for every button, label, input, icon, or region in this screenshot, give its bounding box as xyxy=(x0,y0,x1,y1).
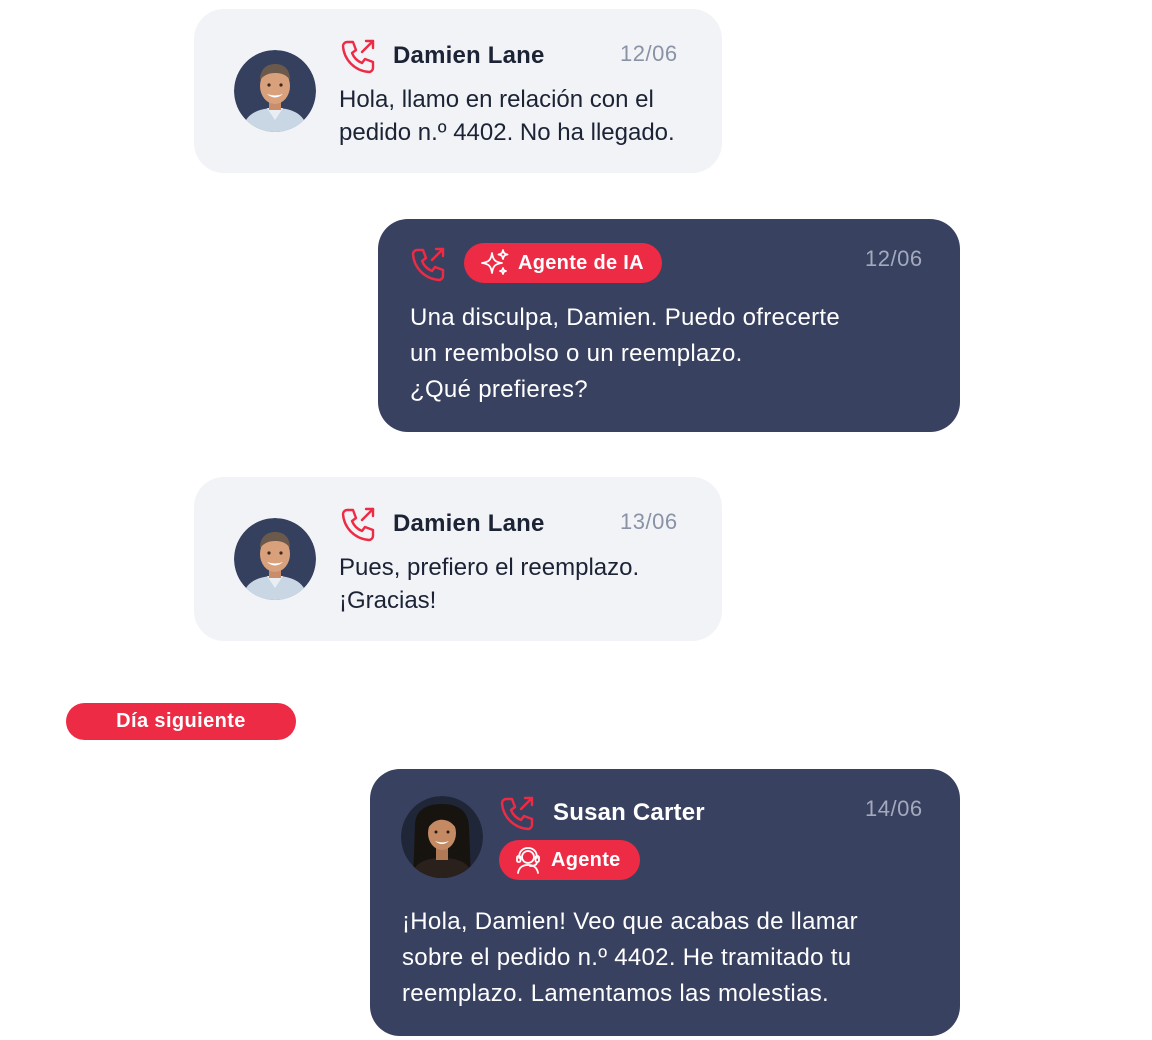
badge-label: Agente de IA xyxy=(518,251,644,274)
message-text: Hola, llamo en relación con el pedido n.… xyxy=(339,86,675,146)
customer-avatar xyxy=(234,518,316,600)
phone-outgoing-icon xyxy=(338,504,378,544)
message-date: 13/06 xyxy=(620,509,678,534)
message-text: Pues, prefiero el reemplazo. ¡Gracias! xyxy=(339,554,640,614)
sender-name: Damien Lane xyxy=(393,510,545,537)
ai-agent-badge: Agente de IA xyxy=(464,243,662,283)
phone-outgoing-icon xyxy=(338,36,378,76)
message-human-agent: Susan Carter Agente 14/06 ¡Hola, Damien!… xyxy=(370,769,960,1036)
message-text: ¡Hola, Damien! Veo que acabas de llamar … xyxy=(402,908,858,1007)
customer-avatar xyxy=(234,50,316,132)
phone-outgoing-icon xyxy=(497,793,537,833)
message-date: 12/06 xyxy=(865,246,923,271)
sender-name: Damien Lane xyxy=(393,42,545,69)
message-text: Una disculpa, Damien. Puedo ofrecerte un… xyxy=(410,304,840,403)
agent-headset-icon xyxy=(513,845,543,875)
sender-name: Susan Carter xyxy=(553,799,705,826)
sparkles-icon xyxy=(480,248,510,278)
message-date: 14/06 xyxy=(865,796,923,821)
message-customer-2: Damien Lane 13/06 Pues, prefiero el reem… xyxy=(194,477,722,641)
message-ai-agent: Agente de IA 12/06 Una disculpa, Damien.… xyxy=(378,219,960,432)
message-customer-1: Damien Lane 12/06 Hola, llamo en relació… xyxy=(194,9,722,173)
agent-badge: Agente xyxy=(499,840,640,880)
agent-avatar xyxy=(401,796,483,878)
badge-label: Agente xyxy=(551,848,621,871)
phone-outgoing-icon xyxy=(408,244,448,284)
message-date: 12/06 xyxy=(620,41,678,66)
next-day-divider: Día siguiente xyxy=(66,703,296,740)
